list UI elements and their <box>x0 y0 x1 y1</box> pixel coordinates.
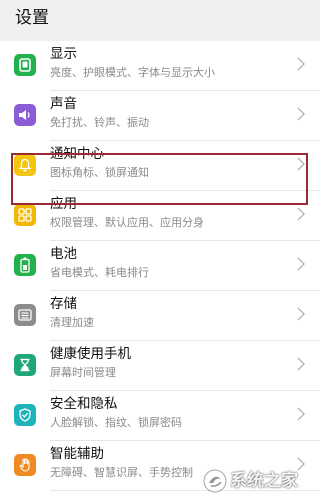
chevron-right-icon <box>297 57 305 71</box>
settings-item-description: 省电模式、耗电排行 <box>50 266 149 279</box>
settings-item-label: 显示 <box>50 46 77 62</box>
chevron-right-icon <box>297 357 305 371</box>
hourglass-icon <box>14 354 36 376</box>
storage-icon <box>14 304 36 326</box>
settings-item-label: 智能辅助 <box>50 446 104 462</box>
settings-item-label: 健康使用手机 <box>50 346 131 362</box>
battery-icon <box>14 254 36 276</box>
settings-item-display[interactable]: 显示 亮度、护眼模式、字体与显示大小 <box>0 41 320 91</box>
chevron-right-icon <box>297 407 305 421</box>
settings-item-label: 电池 <box>50 246 77 262</box>
settings-item-security-privacy[interactable]: 安全和隐私 人脸解锁、指纹、锁屏密码 <box>0 391 320 441</box>
settings-item-description: 无障碍、智慧识屏、手势控制 <box>50 466 193 479</box>
settings-item-digital-balance[interactable]: 健康使用手机 屏幕时间管理 <box>0 341 320 391</box>
settings-item-label: 安全和隐私 <box>50 396 118 412</box>
settings-item-battery[interactable]: 电池 省电模式、耗电排行 <box>0 241 320 291</box>
chevron-right-icon <box>297 107 305 121</box>
settings-item-description: 人脸解锁、指纹、锁屏密码 <box>50 416 182 429</box>
chevron-right-icon <box>297 307 305 321</box>
shield-icon <box>14 404 36 426</box>
settings-item-storage[interactable]: 存储 清理加速 <box>0 291 320 341</box>
highlight-box <box>11 153 308 205</box>
display-icon <box>14 54 36 76</box>
settings-item-description: 权限管理、默认应用、应用分身 <box>50 216 204 229</box>
settings-item-description: 清理加速 <box>50 316 94 329</box>
settings-list[interactable]: 显示 亮度、护眼模式、字体与显示大小 声音 免打扰、铃声、振动 通知中心 图标角… <box>0 41 320 500</box>
settings-item-description: 亮度、护眼模式、字体与显示大小 <box>50 66 215 79</box>
page-title: 设置 <box>15 8 49 28</box>
settings-item-label: 存储 <box>50 296 77 312</box>
chevron-right-icon <box>297 207 305 221</box>
settings-item-description: 免打扰、铃声、振动 <box>50 116 149 129</box>
settings-item-smart-assistance[interactable]: 智能辅助 无障碍、智慧识屏、手势控制 <box>0 441 320 491</box>
settings-item-sound[interactable]: 声音 免打扰、铃声、振动 <box>0 91 320 141</box>
header-bar: 设置 <box>0 0 320 38</box>
settings-item-label: 声音 <box>50 96 77 112</box>
hand-icon <box>14 454 36 476</box>
apps-grid-icon <box>14 204 36 226</box>
sound-icon <box>14 104 36 126</box>
chevron-right-icon <box>297 257 305 271</box>
chevron-right-icon <box>297 457 305 471</box>
divider <box>50 490 320 491</box>
settings-item-description: 屏幕时间管理 <box>50 366 116 379</box>
